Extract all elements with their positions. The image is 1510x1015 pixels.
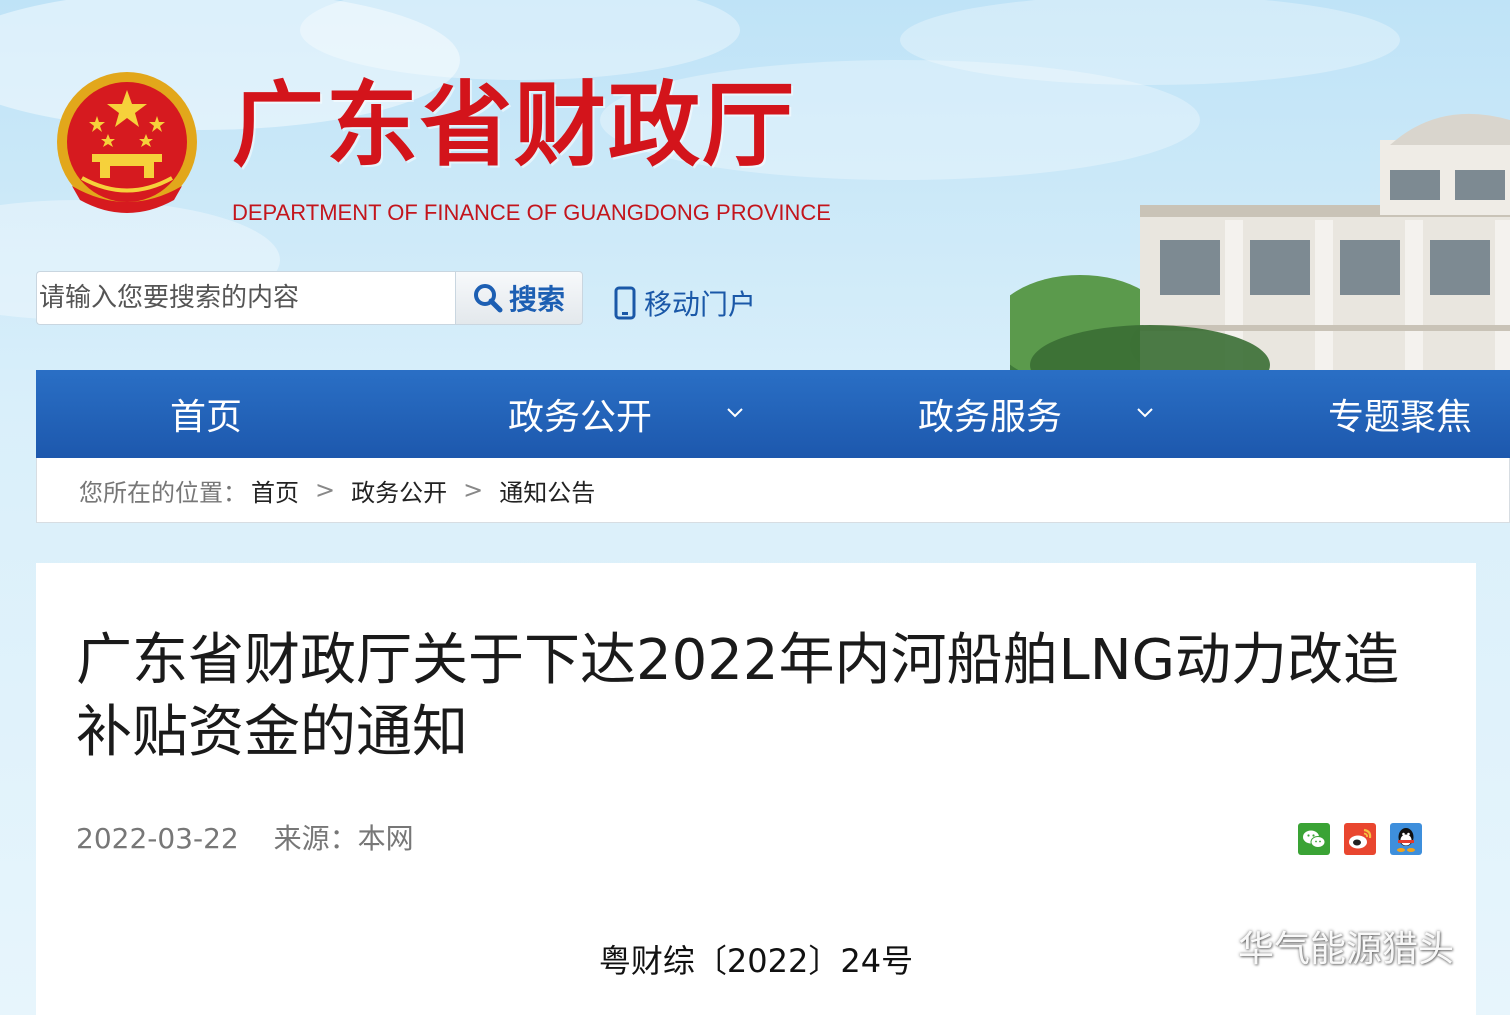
breadcrumb: 您所在的位置： 首页 > 政务公开 > 通知公告 [36,458,1510,523]
weibo-icon[interactable] [1344,823,1376,855]
search-input[interactable] [37,272,456,324]
nav-item-gov-service[interactable]: 政务服务 [918,370,1062,458]
breadcrumb-item-notices[interactable]: 通知公告 [499,473,595,508]
article-source: 来源：本网 [273,822,414,855]
breadcrumb-item-gov-open[interactable]: 政务公开 [351,473,447,508]
nav-item-label: 首页 [170,397,243,438]
chevron-down-icon[interactable] [726,404,744,422]
breadcrumb-separator: > [315,476,336,504]
article-date: 2022-03-22 [76,822,239,855]
wechat-icon [1173,924,1227,967]
search-button-label: 搜索 [508,283,565,316]
article-title: 广东省财政厅关于下达2022年内河船舶LNG动力改造补贴资金的通知 [76,628,1399,765]
government-building-image [1010,113,1510,370]
mobile-portal-label: 移动门户 [644,288,757,321]
site-subtitle: DEPARTMENT OF FINANCE OF GUANGDONG PROVI… [232,200,831,225]
national-emblem-icon [57,72,197,213]
search-box [36,271,456,325]
watermark: 华气能源猎头 [1172,920,1454,972]
mobile-portal-link[interactable]: 移动门户 [614,283,756,323]
main-nav: 首页 政务公开 政务服务 专题聚焦 [36,370,1510,458]
qq-icon[interactable] [1390,823,1422,855]
nav-item-special-topics[interactable]: 专题聚焦 [1328,370,1472,458]
breadcrumb-separator: > [463,476,484,504]
chevron-down-icon[interactable] [1136,404,1154,422]
search-icon [473,284,503,313]
wechat-icon[interactable] [1298,823,1330,855]
nav-item-label: 政务服务 [918,397,1063,438]
share-bar [1298,823,1422,855]
breadcrumb-prefix: 您所在的位置： [79,478,247,507]
article-meta: 2022-03-22 来源：本网 [76,817,414,857]
nav-item-gov-open[interactable]: 政务公开 [508,370,652,458]
breadcrumb-item-home[interactable]: 首页 [251,473,299,508]
nav-item-label: 专题聚焦 [1328,397,1473,438]
watermark-text: 华气能源猎头 [1238,929,1455,970]
mobile-phone-icon [614,286,636,320]
site-title: 广东省财政厅 [232,71,797,179]
search-button[interactable]: 搜索 [455,271,583,325]
nav-item-label: 政务公开 [508,397,653,438]
nav-item-home[interactable]: 首页 [170,370,242,458]
